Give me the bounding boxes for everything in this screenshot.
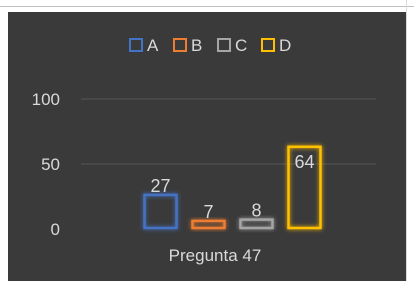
data-label-C: 8 <box>251 201 261 221</box>
legend-label-B: B <box>191 36 202 55</box>
data-label-A: 27 <box>150 176 170 196</box>
legend-swatch-A <box>129 38 143 52</box>
legend-swatch-D <box>261 38 275 52</box>
chart-legend: A B C D <box>129 36 291 55</box>
legend-item-A: A <box>129 36 159 55</box>
legend-swatch-C <box>217 38 231 52</box>
legend-item-D: D <box>261 36 291 55</box>
legend-label-A: A <box>147 36 159 55</box>
category-label: Pregunta 47 <box>169 246 262 265</box>
bar-B <box>191 219 226 230</box>
gridlines <box>81 98 376 165</box>
legend-swatch-B <box>173 38 187 52</box>
chart-area: A B C D 0 50 100 27 7 8 64 Pregunta 47 <box>8 12 406 281</box>
y-axis-ticks: 0 50 100 <box>32 90 60 239</box>
legend-label-C: C <box>235 36 247 55</box>
data-label-B: 7 <box>203 202 213 222</box>
right-divider <box>406 0 407 281</box>
y-tick-label-100: 100 <box>32 90 60 109</box>
y-tick-label-0: 0 <box>51 220 60 239</box>
data-labels: 27 7 8 64 <box>150 152 314 222</box>
data-label-D: 64 <box>294 152 314 172</box>
chart-frame: A B C D 0 50 100 27 7 8 64 Pregunta 47 <box>0 0 414 281</box>
top-divider <box>0 6 414 7</box>
bar-C <box>239 218 274 230</box>
bar-chart: A B C D 0 50 100 27 7 8 64 Pregunta 47 <box>32 36 376 265</box>
legend-item-C: C <box>217 36 247 55</box>
legend-item-B: B <box>173 36 202 55</box>
bar-A <box>143 193 178 230</box>
y-tick-label-50: 50 <box>41 155 60 174</box>
legend-label-D: D <box>279 36 291 55</box>
